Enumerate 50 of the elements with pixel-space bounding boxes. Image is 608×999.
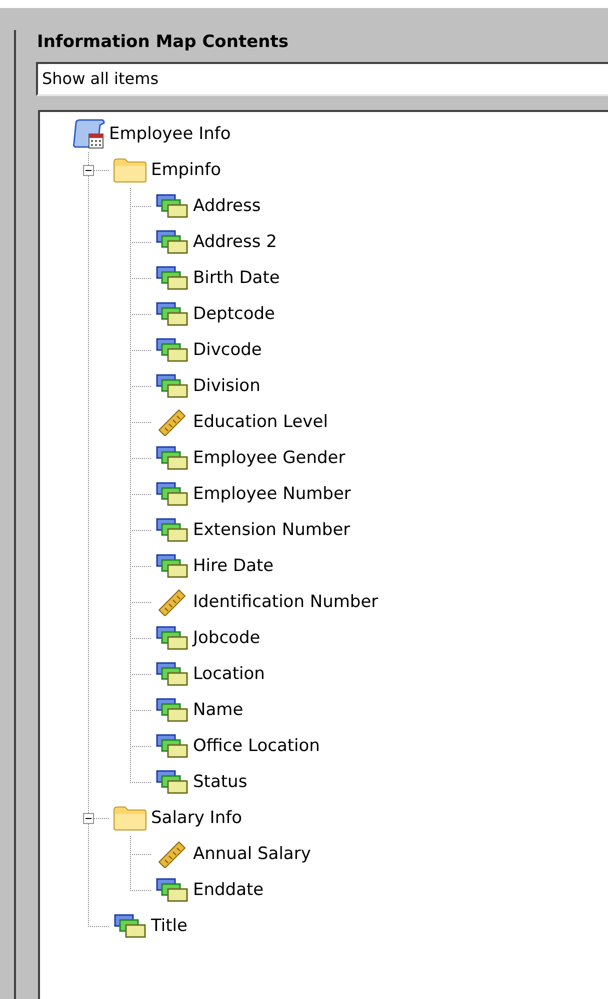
ruler-icon [157,840,187,868]
ruler-icon [157,408,187,436]
data-item-icon [156,446,188,470]
folder-icon [113,157,147,183]
tree-item[interactable]: Salary Info [151,808,242,828]
data-item-icon [156,734,188,758]
tree-item[interactable]: Location [193,664,265,684]
tree-item[interactable]: Divcode [193,340,262,360]
data-item-icon [156,482,188,506]
data-item-icon [156,518,188,542]
tree-item[interactable]: Title [151,916,188,936]
tree-item[interactable]: Hire Date [193,556,274,576]
tree-item[interactable]: Extension Number [193,520,350,540]
data-item-icon [156,194,188,218]
tree-item[interactable]: Jobcode [193,628,260,648]
tree-item[interactable]: Birth Date [193,268,280,288]
data-item-icon [156,662,188,686]
ruler-icon [157,588,187,616]
tree-item[interactable]: Employee Info [109,124,231,144]
tree-item[interactable]: Address [193,196,261,216]
tree-item[interactable]: Address 2 [193,232,277,252]
tree-item[interactable]: Deptcode [193,304,276,324]
collapse-toggle[interactable] [83,813,94,824]
collapse-toggle[interactable] [83,165,94,176]
data-item-icon [156,338,188,362]
tree-item[interactable]: Identification Number [193,592,378,612]
data-item-icon [156,230,188,254]
data-item-icon [114,914,146,938]
data-item-icon [156,302,188,326]
information-map-icon [72,119,104,149]
tree-item[interactable]: Empinfo [151,160,221,180]
tree-item[interactable]: Enddate [193,880,264,900]
data-item-icon [156,374,188,398]
tree-item[interactable]: Employee Number [193,484,351,504]
data-item-icon [156,554,188,578]
tree-item[interactable]: Employee Gender [193,448,346,468]
data-item-icon [156,770,188,794]
filter-dropdown[interactable]: Show all items [36,62,608,96]
data-item-icon [156,698,188,722]
tree-item[interactable]: Annual Salary [193,844,311,864]
data-item-icon [156,878,188,902]
panel-title: Information Map Contents [36,32,290,54]
tree-item[interactable]: Division [193,376,260,396]
tree-item[interactable]: Education Level [193,412,328,432]
folder-icon [113,805,147,831]
data-item-icon [156,266,188,290]
tree-item[interactable]: Status [193,772,248,792]
tree-item[interactable]: Name [193,700,244,720]
tree-item[interactable]: Office Location [193,736,320,756]
data-item-icon [156,626,188,650]
